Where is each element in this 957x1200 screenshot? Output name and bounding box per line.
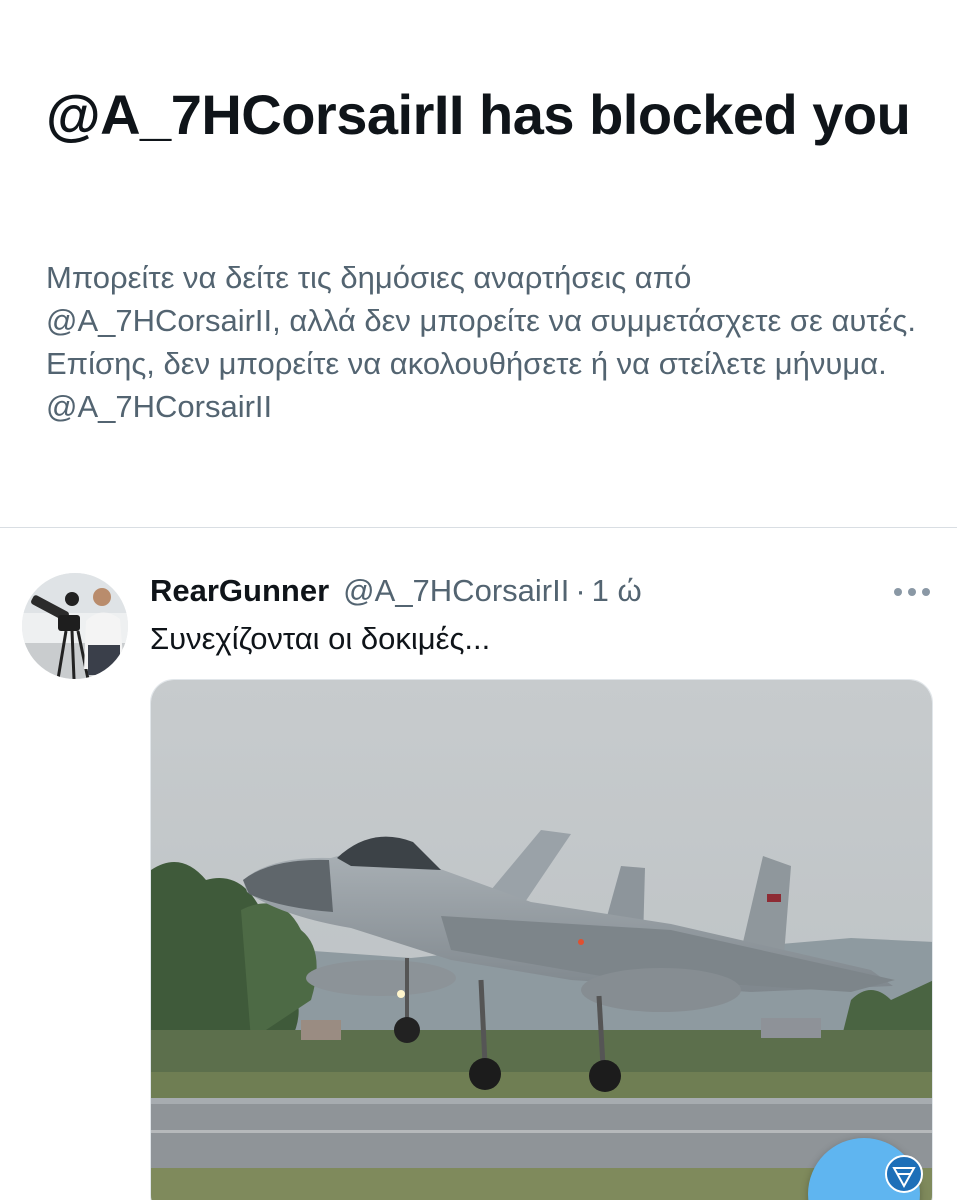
more-horizontal-icon: [894, 588, 930, 596]
tweet-header: RearGunner @A_7HCorsairII · 1 ώ: [150, 568, 642, 614]
display-name[interactable]: RearGunner: [150, 573, 329, 609]
blocked-description: Μπορείτε να δείτε τις δημόσιες αναρτήσει…: [46, 260, 916, 424]
header-separator: ·: [575, 573, 586, 608]
tweet-timestamp[interactable]: 1 ώ: [592, 573, 642, 609]
fighter-jet-photo: [151, 680, 932, 1200]
tweet-media-image[interactable]: [150, 679, 933, 1200]
badge-emblem-icon: [885, 1155, 923, 1193]
blocked-notice: @A_7HCorsairII has blocked you Μπορείτε …: [0, 0, 957, 527]
blocked-title: @A_7HCorsairII has blocked you: [46, 83, 911, 146]
user-handle[interactable]: @A_7HCorsairII: [343, 573, 569, 609]
tweet-text: Συνεχίζονται οι δοκιμές...: [150, 621, 491, 656]
section-divider: [0, 527, 957, 528]
avatar[interactable]: [22, 573, 128, 679]
more-options-button[interactable]: [888, 576, 936, 608]
avatar-photo: [22, 573, 128, 679]
